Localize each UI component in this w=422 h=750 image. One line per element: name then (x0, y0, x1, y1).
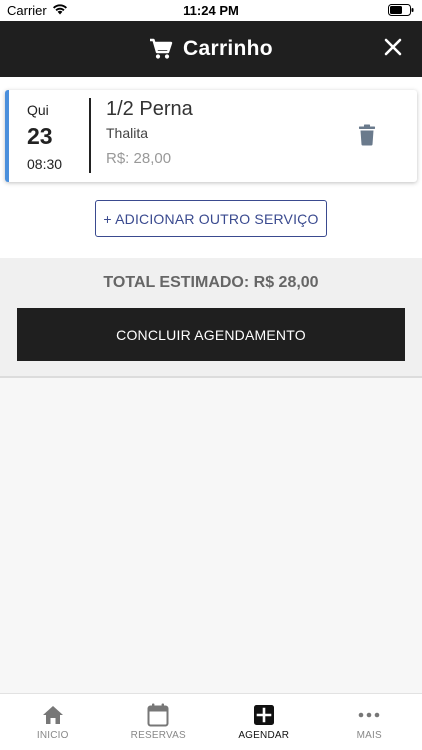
tab-reservas[interactable]: RESERVAS (106, 694, 212, 750)
estimated-total: TOTAL ESTIMADO: R$ 28,00 (103, 274, 319, 291)
more-icon (357, 703, 381, 727)
clock: 11:24 PM (183, 3, 239, 18)
appointment-day: 23 (27, 123, 53, 149)
close-button[interactable] (382, 38, 404, 60)
bottom-navigation: INICIO RESERVAS AGENDAR MAIS (0, 693, 422, 750)
tab-label: INICIO (36, 730, 69, 741)
tab-label: RESERVAS (130, 730, 186, 741)
home-icon (41, 703, 65, 727)
cart-summary: TOTAL ESTIMADO: R$ 28,00 CONCLUIR AGENDA… (0, 258, 422, 378)
add-service-button[interactable]: + ADICIONAR OUTRO SERVIÇO (95, 200, 327, 237)
appointment-time: 08:30 (27, 156, 63, 172)
cart-icon (149, 38, 173, 60)
service-name: 1/2 Perna (106, 98, 193, 120)
appointment-weekday: Qui (27, 102, 49, 118)
app-header: Carrinho (0, 21, 422, 77)
cart-content: Qui 23 08:30 1/2 Perna Thalita R$: 28,00… (0, 77, 422, 258)
trash-icon[interactable] (358, 124, 376, 146)
confirm-booking-button[interactable]: CONCLUIR AGENDAMENTO (17, 308, 405, 361)
add-box-icon (252, 703, 276, 727)
tab-label: AGENDAR (238, 730, 290, 741)
close-icon (384, 38, 402, 61)
header-title-group: Carrinho (0, 21, 422, 77)
tab-agendar[interactable]: AGENDAR (211, 694, 317, 750)
page-title: Carrinho (183, 37, 273, 60)
tab-label: MAIS (356, 730, 382, 741)
calendar-icon (146, 703, 170, 727)
battery-icon (388, 4, 414, 19)
appointment-date: Qui 23 08:30 (9, 90, 89, 182)
tab-inicio[interactable]: INICIO (0, 694, 106, 750)
status-bar: Carrier 11:24 PM (0, 0, 422, 21)
professional-name: Thalita (106, 125, 149, 141)
tab-mais[interactable]: MAIS (317, 694, 422, 750)
service-price: R$: 28,00 (106, 150, 172, 167)
card-divider (89, 98, 91, 173)
cart-item-card[interactable]: Qui 23 08:30 1/2 Perna Thalita R$: 28,00 (5, 90, 417, 182)
